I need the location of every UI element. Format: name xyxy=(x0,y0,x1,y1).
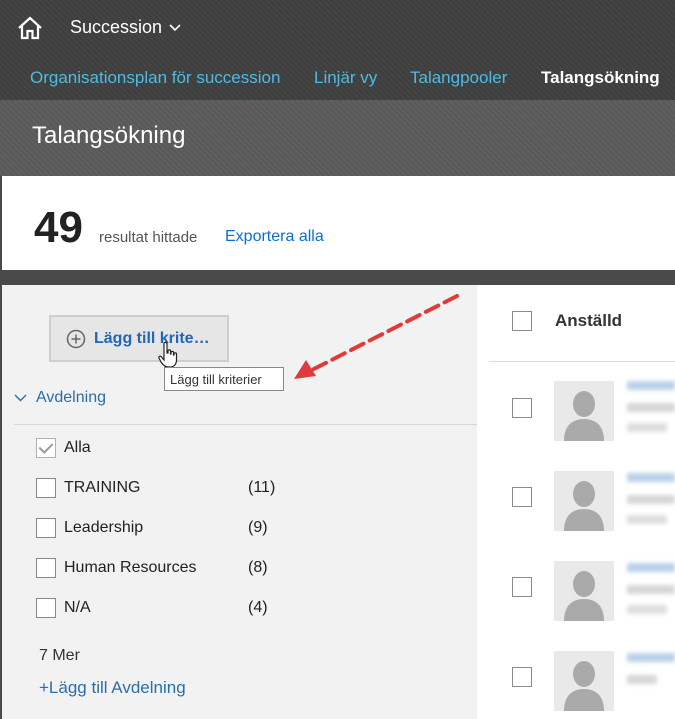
department-section-title: Avdelning xyxy=(36,389,106,406)
add-criteria-button[interactable]: Lägg till krite… xyxy=(49,315,229,362)
checkbox[interactable] xyxy=(36,478,56,498)
employee-detail-blurred xyxy=(627,495,675,504)
filter-option-count: (11) xyxy=(248,479,276,496)
department-section-header[interactable]: Avdelning xyxy=(14,389,106,407)
filter-option-leadership[interactable]: Leadership (9) xyxy=(36,518,268,538)
row-checkbox[interactable] xyxy=(512,398,532,418)
employee-name-blurred[interactable] xyxy=(627,381,675,390)
filter-option-na[interactable]: N/A (4) xyxy=(36,598,268,618)
filter-option-label: Leadership xyxy=(64,519,144,536)
module-name: Succession xyxy=(70,17,163,37)
results-summary: 49 resultat hittade Exportera alla xyxy=(2,176,675,270)
employee-detail-blurred xyxy=(627,585,675,594)
divider xyxy=(489,361,675,362)
employee-detail-blurred xyxy=(627,423,667,432)
tab-talent-search[interactable]: Talangsökning xyxy=(541,68,660,88)
result-count: 49 xyxy=(34,203,83,252)
page-title-bar: Talangsökning xyxy=(0,100,675,176)
avatar xyxy=(554,651,614,711)
employee-name-blurred[interactable] xyxy=(627,563,675,572)
tab-talent-pools[interactable]: Talangpooler xyxy=(410,68,507,88)
avatar xyxy=(554,561,614,621)
chevron-down-icon xyxy=(169,23,181,31)
checkbox[interactable] xyxy=(36,598,56,618)
filter-option-count: (9) xyxy=(248,519,268,536)
filter-option-label: Alla xyxy=(64,439,91,456)
checkbox[interactable] xyxy=(36,518,56,538)
filter-option-label: N/A xyxy=(64,599,91,616)
divider xyxy=(14,424,477,425)
plus-circle-icon xyxy=(66,329,86,348)
person-silhouette-icon xyxy=(564,571,604,621)
row-checkbox[interactable] xyxy=(512,577,532,597)
filter-option-count: (4) xyxy=(248,599,268,616)
add-department-link[interactable]: +Lägg till Avdelning xyxy=(39,678,186,698)
select-all-checkbox[interactable] xyxy=(512,311,532,331)
home-icon[interactable] xyxy=(17,16,43,40)
employee-detail-blurred xyxy=(627,675,657,684)
employee-name-blurred[interactable] xyxy=(627,653,675,662)
add-criteria-tooltip: Lägg till kriterier xyxy=(164,367,284,391)
row-checkbox[interactable] xyxy=(512,667,532,687)
employee-detail-blurred xyxy=(627,515,667,524)
avatar xyxy=(554,381,614,441)
row-checkbox[interactable] xyxy=(512,487,532,507)
avatar xyxy=(554,471,614,531)
tab-succession-org-chart[interactable]: Organisationsplan för succession xyxy=(30,68,280,88)
filter-option-label: Human Resources xyxy=(64,559,197,576)
filter-option-all[interactable]: Alla xyxy=(36,438,91,458)
person-silhouette-icon xyxy=(564,661,604,711)
employee-detail-blurred xyxy=(627,605,667,614)
page-title: Talangsökning xyxy=(32,122,186,149)
employee-name-blurred[interactable] xyxy=(627,473,675,482)
employee-detail-blurred xyxy=(627,403,675,412)
annotation-arrow xyxy=(294,294,459,379)
chevron-down-icon xyxy=(14,394,27,402)
shell-header: Succession Organisationsplan för success… xyxy=(0,0,675,100)
employee-list: Anställd xyxy=(477,285,675,719)
checkbox-checked[interactable] xyxy=(36,438,56,458)
filter-option-human-resources[interactable]: Human Resources (8) xyxy=(36,558,268,578)
filter-option-label: TRAINING xyxy=(64,479,141,496)
tab-linear-view[interactable]: Linjär vy xyxy=(314,68,377,88)
results-found-label: resultat hittade xyxy=(99,229,198,246)
export-all-link[interactable]: Exportera alla xyxy=(225,228,324,246)
add-criteria-label: Lägg till krite… xyxy=(94,329,210,347)
person-silhouette-icon xyxy=(564,391,604,441)
checkbox[interactable] xyxy=(36,558,56,578)
person-silhouette-icon xyxy=(564,481,604,531)
employee-column-header: Anställd xyxy=(555,311,623,330)
hand-cursor-icon xyxy=(158,341,178,368)
filter-option-training[interactable]: TRAINING (11) xyxy=(36,478,275,498)
module-switcher[interactable]: Succession xyxy=(70,17,181,38)
filter-option-count: (8) xyxy=(248,559,268,576)
tab-bar: Organisationsplan för succession Linjär … xyxy=(0,68,675,96)
more-options-link[interactable]: 7 Mer xyxy=(39,647,80,665)
